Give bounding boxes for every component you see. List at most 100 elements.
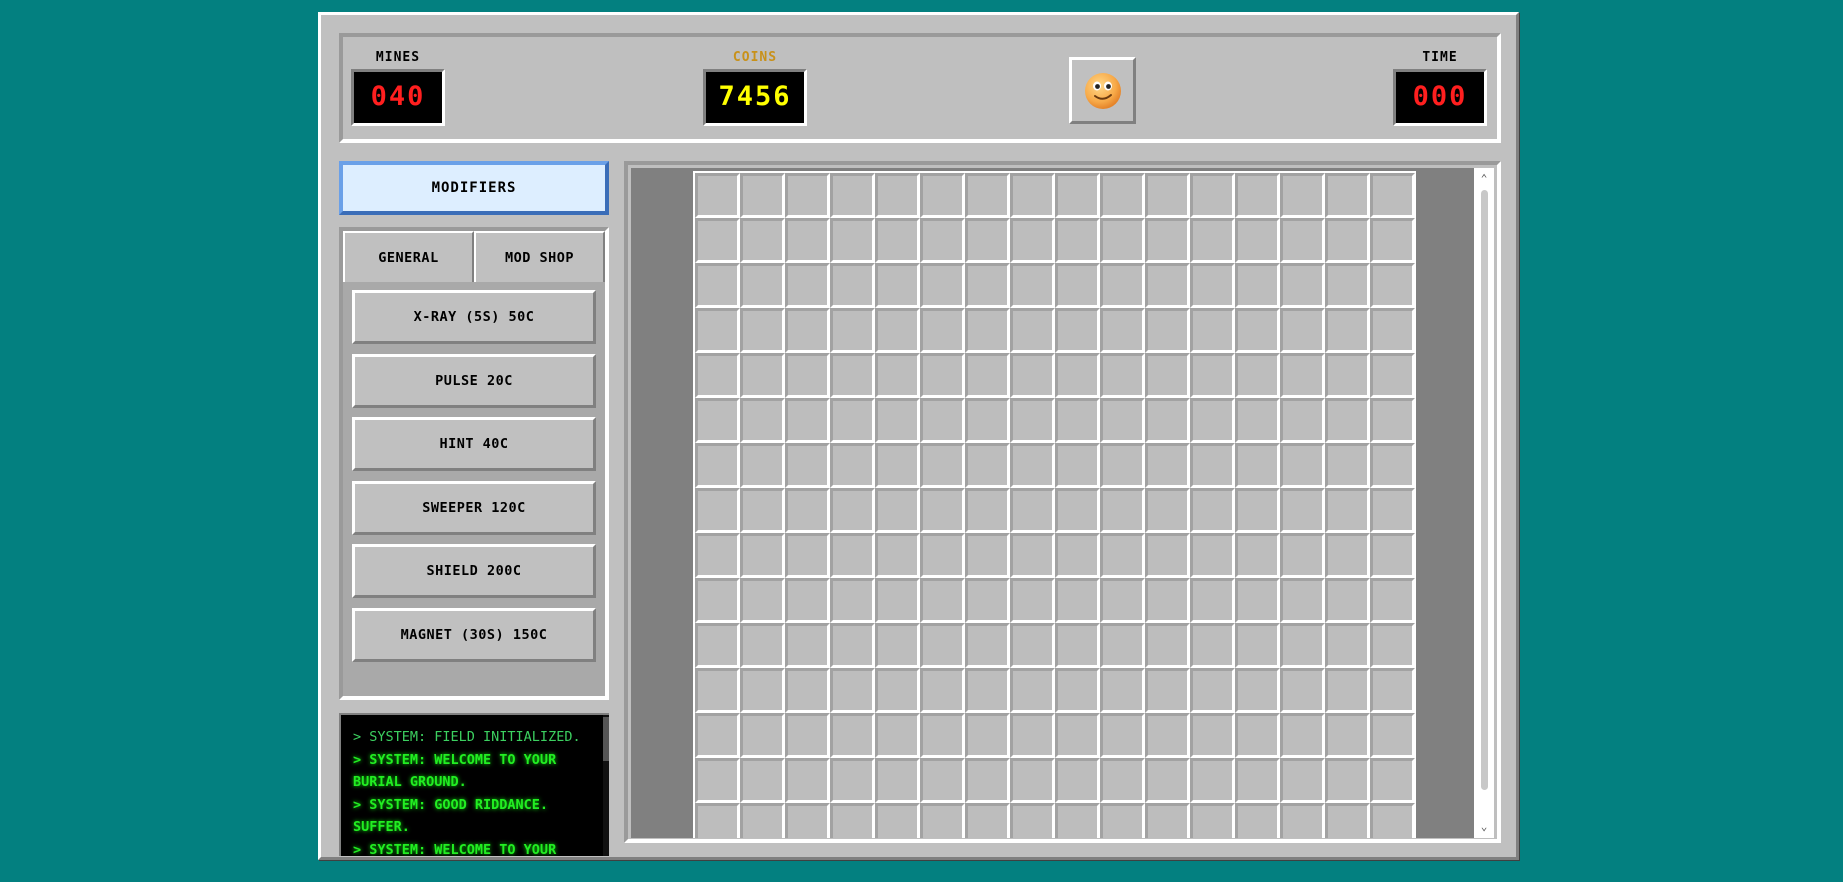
- mine-cell[interactable]: [785, 758, 830, 803]
- mine-cell[interactable]: [785, 578, 830, 623]
- mine-cell[interactable]: [785, 308, 830, 353]
- mine-cell[interactable]: [1010, 578, 1055, 623]
- mine-cell[interactable]: [965, 803, 1010, 838]
- mine-cell[interactable]: [965, 308, 1010, 353]
- system-log[interactable]: > SYSTEM: FIELD INITIALIZED. > SYSTEM: W…: [339, 713, 609, 856]
- mine-cell[interactable]: [965, 173, 1010, 218]
- mine-cell[interactable]: [1190, 758, 1235, 803]
- mine-cell[interactable]: [875, 533, 920, 578]
- mine-cell[interactable]: [965, 398, 1010, 443]
- mine-cell[interactable]: [1370, 668, 1415, 713]
- mine-cell[interactable]: [1370, 443, 1415, 488]
- mine-cell[interactable]: [1235, 353, 1280, 398]
- mine-cell[interactable]: [1010, 623, 1055, 668]
- mine-cell[interactable]: [1055, 668, 1100, 713]
- mine-cell[interactable]: [1370, 218, 1415, 263]
- mine-cell[interactable]: [1010, 758, 1055, 803]
- mine-cell[interactable]: [1325, 578, 1370, 623]
- mine-cell[interactable]: [695, 218, 740, 263]
- mine-cell[interactable]: [920, 443, 965, 488]
- mine-cell[interactable]: [1055, 533, 1100, 578]
- mine-cell[interactable]: [740, 533, 785, 578]
- mine-cell[interactable]: [965, 263, 1010, 308]
- mine-cell[interactable]: [1280, 803, 1325, 838]
- mine-cell[interactable]: [1145, 308, 1190, 353]
- mine-cell[interactable]: [875, 398, 920, 443]
- mine-cell[interactable]: [1280, 668, 1325, 713]
- mine-cell[interactable]: [1325, 758, 1370, 803]
- mine-cell[interactable]: [740, 263, 785, 308]
- mine-cell[interactable]: [875, 263, 920, 308]
- mine-cell[interactable]: [1100, 173, 1145, 218]
- mine-cell[interactable]: [695, 533, 740, 578]
- mine-cell[interactable]: [695, 803, 740, 838]
- shield-buy-button[interactable]: SHIELD 200C: [352, 544, 596, 598]
- mine-cell[interactable]: [1010, 668, 1055, 713]
- mine-cell[interactable]: [785, 443, 830, 488]
- mine-cell[interactable]: [1235, 218, 1280, 263]
- mine-cell[interactable]: [1325, 308, 1370, 353]
- mine-cell[interactable]: [830, 803, 875, 838]
- board-scroll-thumb[interactable]: [1481, 190, 1488, 790]
- mine-cell[interactable]: [740, 488, 785, 533]
- mine-cell[interactable]: [1145, 623, 1190, 668]
- mine-cell[interactable]: [1190, 668, 1235, 713]
- tab-general[interactable]: GENERAL: [343, 231, 474, 282]
- mine-cell[interactable]: [830, 443, 875, 488]
- mine-cell[interactable]: [875, 443, 920, 488]
- mine-cell[interactable]: [1325, 713, 1370, 758]
- mine-cell[interactable]: [785, 713, 830, 758]
- mine-cell[interactable]: [1055, 263, 1100, 308]
- mine-cell[interactable]: [1010, 218, 1055, 263]
- mine-cell[interactable]: [965, 578, 1010, 623]
- mine-cell[interactable]: [1145, 803, 1190, 838]
- mine-cell[interactable]: [965, 758, 1010, 803]
- mine-cell[interactable]: [1055, 578, 1100, 623]
- reset-face-button[interactable]: [1069, 57, 1136, 124]
- mine-cell[interactable]: [920, 623, 965, 668]
- magnet-buy-button[interactable]: MAGNET (30S) 150C: [352, 607, 596, 662]
- mine-cell[interactable]: [1190, 173, 1235, 218]
- mine-cell[interactable]: [1235, 668, 1280, 713]
- mine-cell[interactable]: [1325, 263, 1370, 308]
- mine-cell[interactable]: [830, 353, 875, 398]
- mine-cell[interactable]: [920, 758, 965, 803]
- mine-cell[interactable]: [1235, 803, 1280, 838]
- mine-cell[interactable]: [830, 398, 875, 443]
- mine-cell[interactable]: [785, 668, 830, 713]
- mine-cell[interactable]: [920, 668, 965, 713]
- scroll-up-icon[interactable]: ⌃: [1474, 170, 1494, 188]
- mine-cell[interactable]: [740, 668, 785, 713]
- xray-buy-button[interactable]: X-RAY (5S) 50C: [352, 290, 596, 344]
- mine-cell[interactable]: [875, 668, 920, 713]
- hint-buy-button[interactable]: HINT 40C: [352, 417, 596, 471]
- mine-cell[interactable]: [1190, 353, 1235, 398]
- mine-cell[interactable]: [785, 803, 830, 838]
- mine-cell[interactable]: [1010, 713, 1055, 758]
- mine-cell[interactable]: [1055, 758, 1100, 803]
- mine-cell[interactable]: [920, 263, 965, 308]
- mine-cell[interactable]: [785, 173, 830, 218]
- mine-cell[interactable]: [1145, 218, 1190, 263]
- mine-cell[interactable]: [1100, 488, 1145, 533]
- mine-cell[interactable]: [740, 443, 785, 488]
- mine-cell[interactable]: [1235, 758, 1280, 803]
- mine-cell[interactable]: [1145, 488, 1190, 533]
- mine-cell[interactable]: [965, 533, 1010, 578]
- mine-cell[interactable]: [1010, 533, 1055, 578]
- mine-cell[interactable]: [1325, 533, 1370, 578]
- mine-cell[interactable]: [740, 398, 785, 443]
- mine-cell[interactable]: [1055, 488, 1100, 533]
- mine-cell[interactable]: [1010, 488, 1055, 533]
- mine-cell[interactable]: [1055, 443, 1100, 488]
- mine-cell[interactable]: [920, 218, 965, 263]
- mine-cell[interactable]: [1190, 623, 1235, 668]
- mine-cell[interactable]: [695, 398, 740, 443]
- mine-cell[interactable]: [830, 623, 875, 668]
- mine-cell[interactable]: [1100, 803, 1145, 838]
- mine-cell[interactable]: [1145, 353, 1190, 398]
- mine-cell[interactable]: [830, 263, 875, 308]
- mine-cell[interactable]: [740, 218, 785, 263]
- mine-cell[interactable]: [1100, 443, 1145, 488]
- mine-cell[interactable]: [875, 803, 920, 838]
